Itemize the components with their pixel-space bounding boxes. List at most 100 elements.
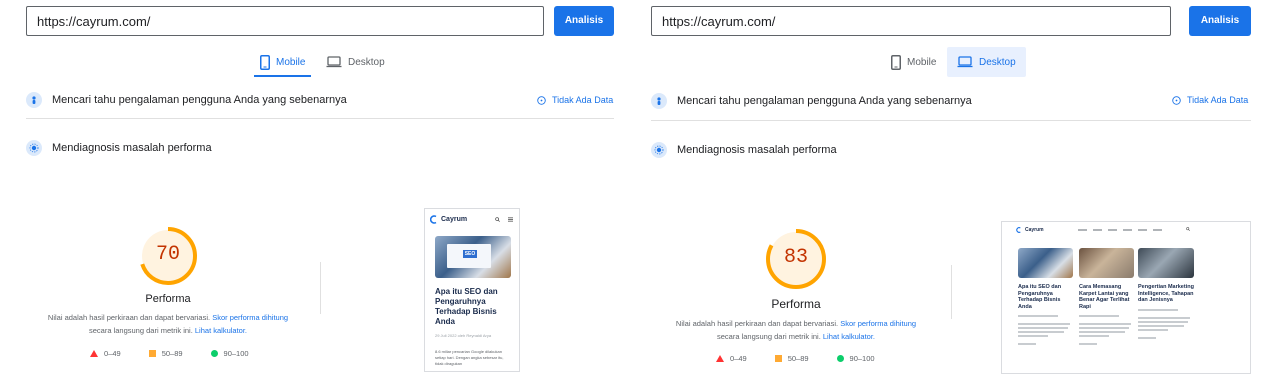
diagnose-icon [651, 142, 667, 158]
article-card: Cara Memasang Karpet Lantai yang Benar A… [1079, 248, 1134, 345]
no-data-link[interactable]: Tidak Ada Data [1172, 95, 1248, 105]
url-input[interactable] [26, 6, 544, 36]
site-brand: Cayrum [441, 216, 468, 223]
triangle-icon [90, 350, 98, 357]
article-card: Apa itu SEO dan Pengaruhnya Terhadap Bis… [1018, 248, 1073, 345]
tab-desktop[interactable]: Desktop [947, 47, 1026, 77]
legend-pass-label: 90–100 [223, 349, 249, 358]
article-title: Cara Memasang Karpet Lantai yang Benar A… [1079, 284, 1130, 310]
diagnose-section: Mendiagnosis masalah performa [26, 140, 212, 156]
score-note: Nilai adalah hasil perkiraan dan dapat b… [660, 317, 932, 343]
mobile-report-panel: Analisis Mobile Desktop Mencari tahu pen… [0, 0, 640, 380]
active-tab-indicator [254, 75, 312, 77]
diagnose-heading: Mendiagnosis masalah performa [677, 144, 837, 156]
performance-score: 70 [155, 243, 180, 266]
site-logo: Cayrum [1016, 227, 1044, 233]
url-input[interactable] [651, 6, 1171, 36]
vertical-divider [320, 262, 321, 314]
cayrum-logo-icon [1016, 227, 1021, 233]
legend-fail-label: 0–49 [730, 354, 747, 363]
site-logo: Cayrum [430, 215, 467, 224]
note-text: Nilai adalah hasil perkiraan dan dapat b… [47, 313, 211, 322]
article-excerpt: 8.6 miliar pencarian Google dilakukan se… [435, 349, 504, 366]
page-screenshot: Cayrum SEO Apa itu SEO dan Pengaruhnya T… [424, 208, 520, 372]
tab-desktop-label: Desktop [348, 56, 385, 68]
performance-label: Performa [145, 293, 191, 305]
legend-pass: 90–100 [210, 349, 249, 358]
phone-icon [260, 54, 270, 70]
legend-pass: 90–100 [836, 354, 875, 363]
section-divider [26, 118, 614, 119]
diagnose-heading: Mendiagnosis masalah performa [52, 142, 212, 154]
site-brand: Cayrum [1025, 227, 1044, 233]
score-calc-link[interactable]: Skor performa dihitung [840, 319, 916, 328]
analyze-button[interactable]: Analisis [554, 6, 614, 36]
circle-icon [836, 355, 844, 362]
users-icon [651, 93, 667, 109]
article-meta: 29 Juli 2022 oleh Reynaldi Arya [435, 333, 492, 338]
analyze-button[interactable]: Analisis [1189, 6, 1251, 36]
vertical-divider [951, 265, 952, 319]
legend-average: 50–89 [774, 354, 809, 363]
diagnose-icon [26, 140, 42, 156]
search-icon [495, 217, 500, 222]
calculator-link[interactable]: Lihat kalkulator. [823, 332, 875, 341]
legend-pass-label: 90–100 [849, 354, 875, 363]
performance-score: 83 [783, 246, 808, 269]
experience-heading: Mencari tahu pengalaman pengguna Anda ya… [52, 94, 347, 106]
note-text-2: secara langsung dari metrik ini. [88, 326, 193, 335]
article-image [1079, 248, 1134, 278]
cayrum-logo-icon [430, 215, 437, 224]
legend-average: 50–89 [148, 349, 183, 358]
no-data-link[interactable]: Tidak Ada Data [537, 95, 613, 105]
legend-fail: 0–49 [90, 349, 121, 358]
tab-mobile[interactable]: Mobile [885, 47, 942, 77]
score-legend: 0–49 50–89 90–100 [716, 354, 875, 363]
no-data-label: Tidak Ada Data [552, 95, 614, 105]
search-icon [1186, 227, 1190, 231]
performance-gauge: 70 [138, 226, 198, 286]
article-title: Apa itu SEO dan Pengaruhnya Terhadap Bis… [435, 287, 498, 326]
tab-desktop[interactable]: Desktop [320, 47, 391, 77]
tab-mobile-label: Mobile [907, 56, 937, 68]
legend-average-label: 50–89 [787, 354, 809, 363]
score-note: Nilai adalah hasil perkiraan dan dapat b… [36, 311, 300, 337]
users-icon [26, 92, 42, 108]
laptop-icon [326, 56, 342, 68]
field-data-section: Mencari tahu pengalaman pengguna Anda ya… [26, 92, 347, 108]
laptop-icon [957, 56, 973, 68]
tab-desktop-label: Desktop [979, 56, 1016, 68]
page-screenshot: Cayrum Apa itu SEO dan Pengaruhnya Terha… [1001, 221, 1251, 374]
performance-label: Performa [771, 297, 821, 311]
score-calc-link[interactable]: Skor performa dihitung [212, 313, 288, 322]
legend-average-label: 50–89 [161, 349, 183, 358]
note-text-2: secara langsung dari metrik ini. [716, 332, 821, 341]
site-nav [1078, 229, 1162, 231]
legend-fail: 0–49 [716, 354, 747, 363]
article-title: Apa itu SEO dan Pengaruhnya Terhadap Bis… [1018, 284, 1062, 310]
info-icon [537, 95, 546, 105]
legend-fail-label: 0–49 [104, 349, 121, 358]
article-image: SEO [435, 236, 511, 278]
diagnose-section: Mendiagnosis masalah performa [651, 142, 837, 158]
field-data-section: Mencari tahu pengalaman pengguna Anda ya… [651, 93, 972, 109]
article-title: Pengertian Marketing Intelligence, Tahap… [1138, 284, 1194, 303]
no-data-label: Tidak Ada Data [1187, 95, 1249, 105]
performance-gauge: 83 [765, 228, 827, 290]
tab-mobile[interactable]: Mobile [254, 47, 312, 77]
section-divider [651, 120, 1251, 121]
info-icon [1172, 95, 1181, 105]
circle-icon [210, 350, 218, 357]
tab-mobile-label: Mobile [276, 56, 306, 68]
score-legend: 0–49 50–89 90–100 [90, 349, 249, 358]
article-card: Pengertian Marketing Intelligence, Tahap… [1138, 248, 1194, 339]
square-icon [774, 355, 782, 362]
menu-icon [508, 217, 513, 222]
note-text: Nilai adalah hasil perkiraan dan dapat b… [675, 319, 839, 328]
square-icon [148, 350, 156, 357]
article-image [1018, 248, 1073, 278]
article-image [1138, 248, 1194, 278]
desktop-report-panel: Analisis Mobile Desktop Mencari tahu pen… [640, 0, 1280, 380]
experience-heading: Mencari tahu pengalaman pengguna Anda ya… [677, 95, 972, 107]
calculator-link[interactable]: Lihat kalkulator. [195, 326, 247, 335]
